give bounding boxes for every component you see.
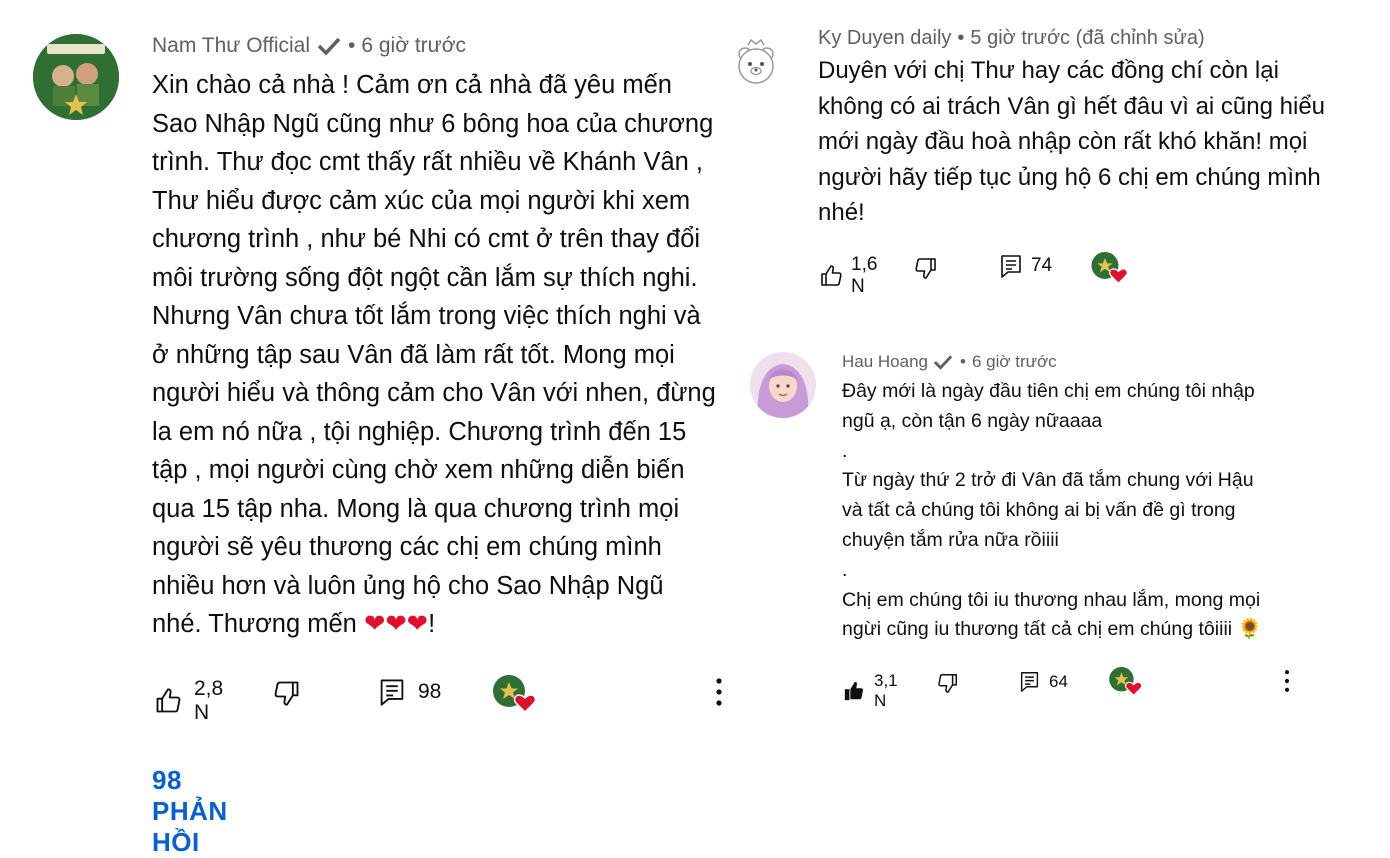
reply-button[interactable]: 64 xyxy=(1019,670,1068,693)
heart-emojis: ❤❤❤ xyxy=(363,610,429,638)
creator-heart-icon xyxy=(1091,252,1129,284)
avatar[interactable] xyxy=(33,34,119,120)
separator-dot: • xyxy=(960,352,966,371)
dislike-icon xyxy=(937,672,959,694)
creator-heart xyxy=(493,675,537,713)
comment-time[interactable]: 5 giờ trước (đã chỉnh sửa) xyxy=(970,27,1204,50)
reply-count: 98 xyxy=(418,680,442,703)
like-icon xyxy=(843,680,865,702)
reply-button[interactable]: 98 xyxy=(378,677,441,707)
like-icon xyxy=(819,264,843,288)
creator-heart xyxy=(1109,667,1143,696)
comment-time[interactable]: 6 giờ trước xyxy=(361,34,466,58)
author-name[interactable]: Nam Thư Official xyxy=(152,34,310,58)
sunflower-emoji: 🌻 xyxy=(1237,618,1262,641)
like-icon xyxy=(154,687,182,715)
avatar[interactable] xyxy=(750,352,816,418)
comment-text: Đây mới là ngày đầu tiên chị em chúng tô… xyxy=(842,377,1362,645)
dislike-button[interactable] xyxy=(937,672,959,694)
dislike-button[interactable] xyxy=(914,256,938,280)
comment-text-body: Xin chào cả nhà ! Cảm ơn cả nhà đã yêu m… xyxy=(152,71,716,638)
more-icon xyxy=(711,677,727,707)
comment-time[interactable]: 6 giờ trước xyxy=(972,352,1057,372)
reply-count: 64 xyxy=(1049,671,1068,691)
dislike-icon xyxy=(914,256,938,280)
dislike-button[interactable] xyxy=(273,679,301,707)
avatar[interactable] xyxy=(731,37,781,87)
comment-text: Duyên với chị Thư hay các đồng chí còn l… xyxy=(818,57,1326,226)
creator-heart-icon xyxy=(493,675,537,713)
like-button[interactable]: 3,1 N xyxy=(843,671,898,711)
more-button[interactable] xyxy=(711,677,727,707)
author-name[interactable]: Hau Hoang xyxy=(842,352,928,372)
creator-heart-icon xyxy=(1109,667,1143,696)
like-button[interactable]: 2,8 N xyxy=(154,677,223,725)
creator-heart xyxy=(1091,252,1129,284)
reply-button[interactable]: 74 xyxy=(999,253,1052,279)
verified-icon xyxy=(316,35,342,57)
more-button[interactable] xyxy=(1280,669,1294,693)
comment-text-body: Đây mới là ngày đầu tiên chị em chúng tô… xyxy=(842,380,1261,641)
reply-icon xyxy=(378,677,406,707)
like-count: 3,1 N xyxy=(874,671,898,710)
comment-meta: Hau Hoang • 6 giờ trước xyxy=(842,352,1057,372)
bear-avatar-icon xyxy=(738,38,774,84)
like-count: 2,8 N xyxy=(194,677,224,724)
reply-icon xyxy=(999,253,1023,279)
reply-count: 74 xyxy=(1031,255,1053,276)
verified-icon xyxy=(932,353,954,371)
comment-meta: Ky Duyen daily • 5 giờ trước (đã chỉnh s… xyxy=(818,27,1205,50)
like-count: 1,6 N xyxy=(851,254,878,297)
reply-icon xyxy=(1019,670,1040,693)
comment-text: Xin chào cả nhà ! Cảm ơn cả nhà đã yêu m… xyxy=(152,66,742,644)
dislike-icon xyxy=(273,679,301,707)
separator-dot: • xyxy=(957,27,965,49)
author-name[interactable]: Ky Duyen daily xyxy=(818,27,951,50)
view-replies-link[interactable]: 98 PHẢN HỒI xyxy=(152,765,228,858)
more-icon xyxy=(1280,669,1294,693)
like-button[interactable]: 1,6 N xyxy=(819,254,877,298)
comment-meta: Nam Thư Official • 6 giờ trước xyxy=(152,34,466,58)
separator-dot: • xyxy=(348,34,356,57)
comment-text-end: ! xyxy=(428,610,436,638)
